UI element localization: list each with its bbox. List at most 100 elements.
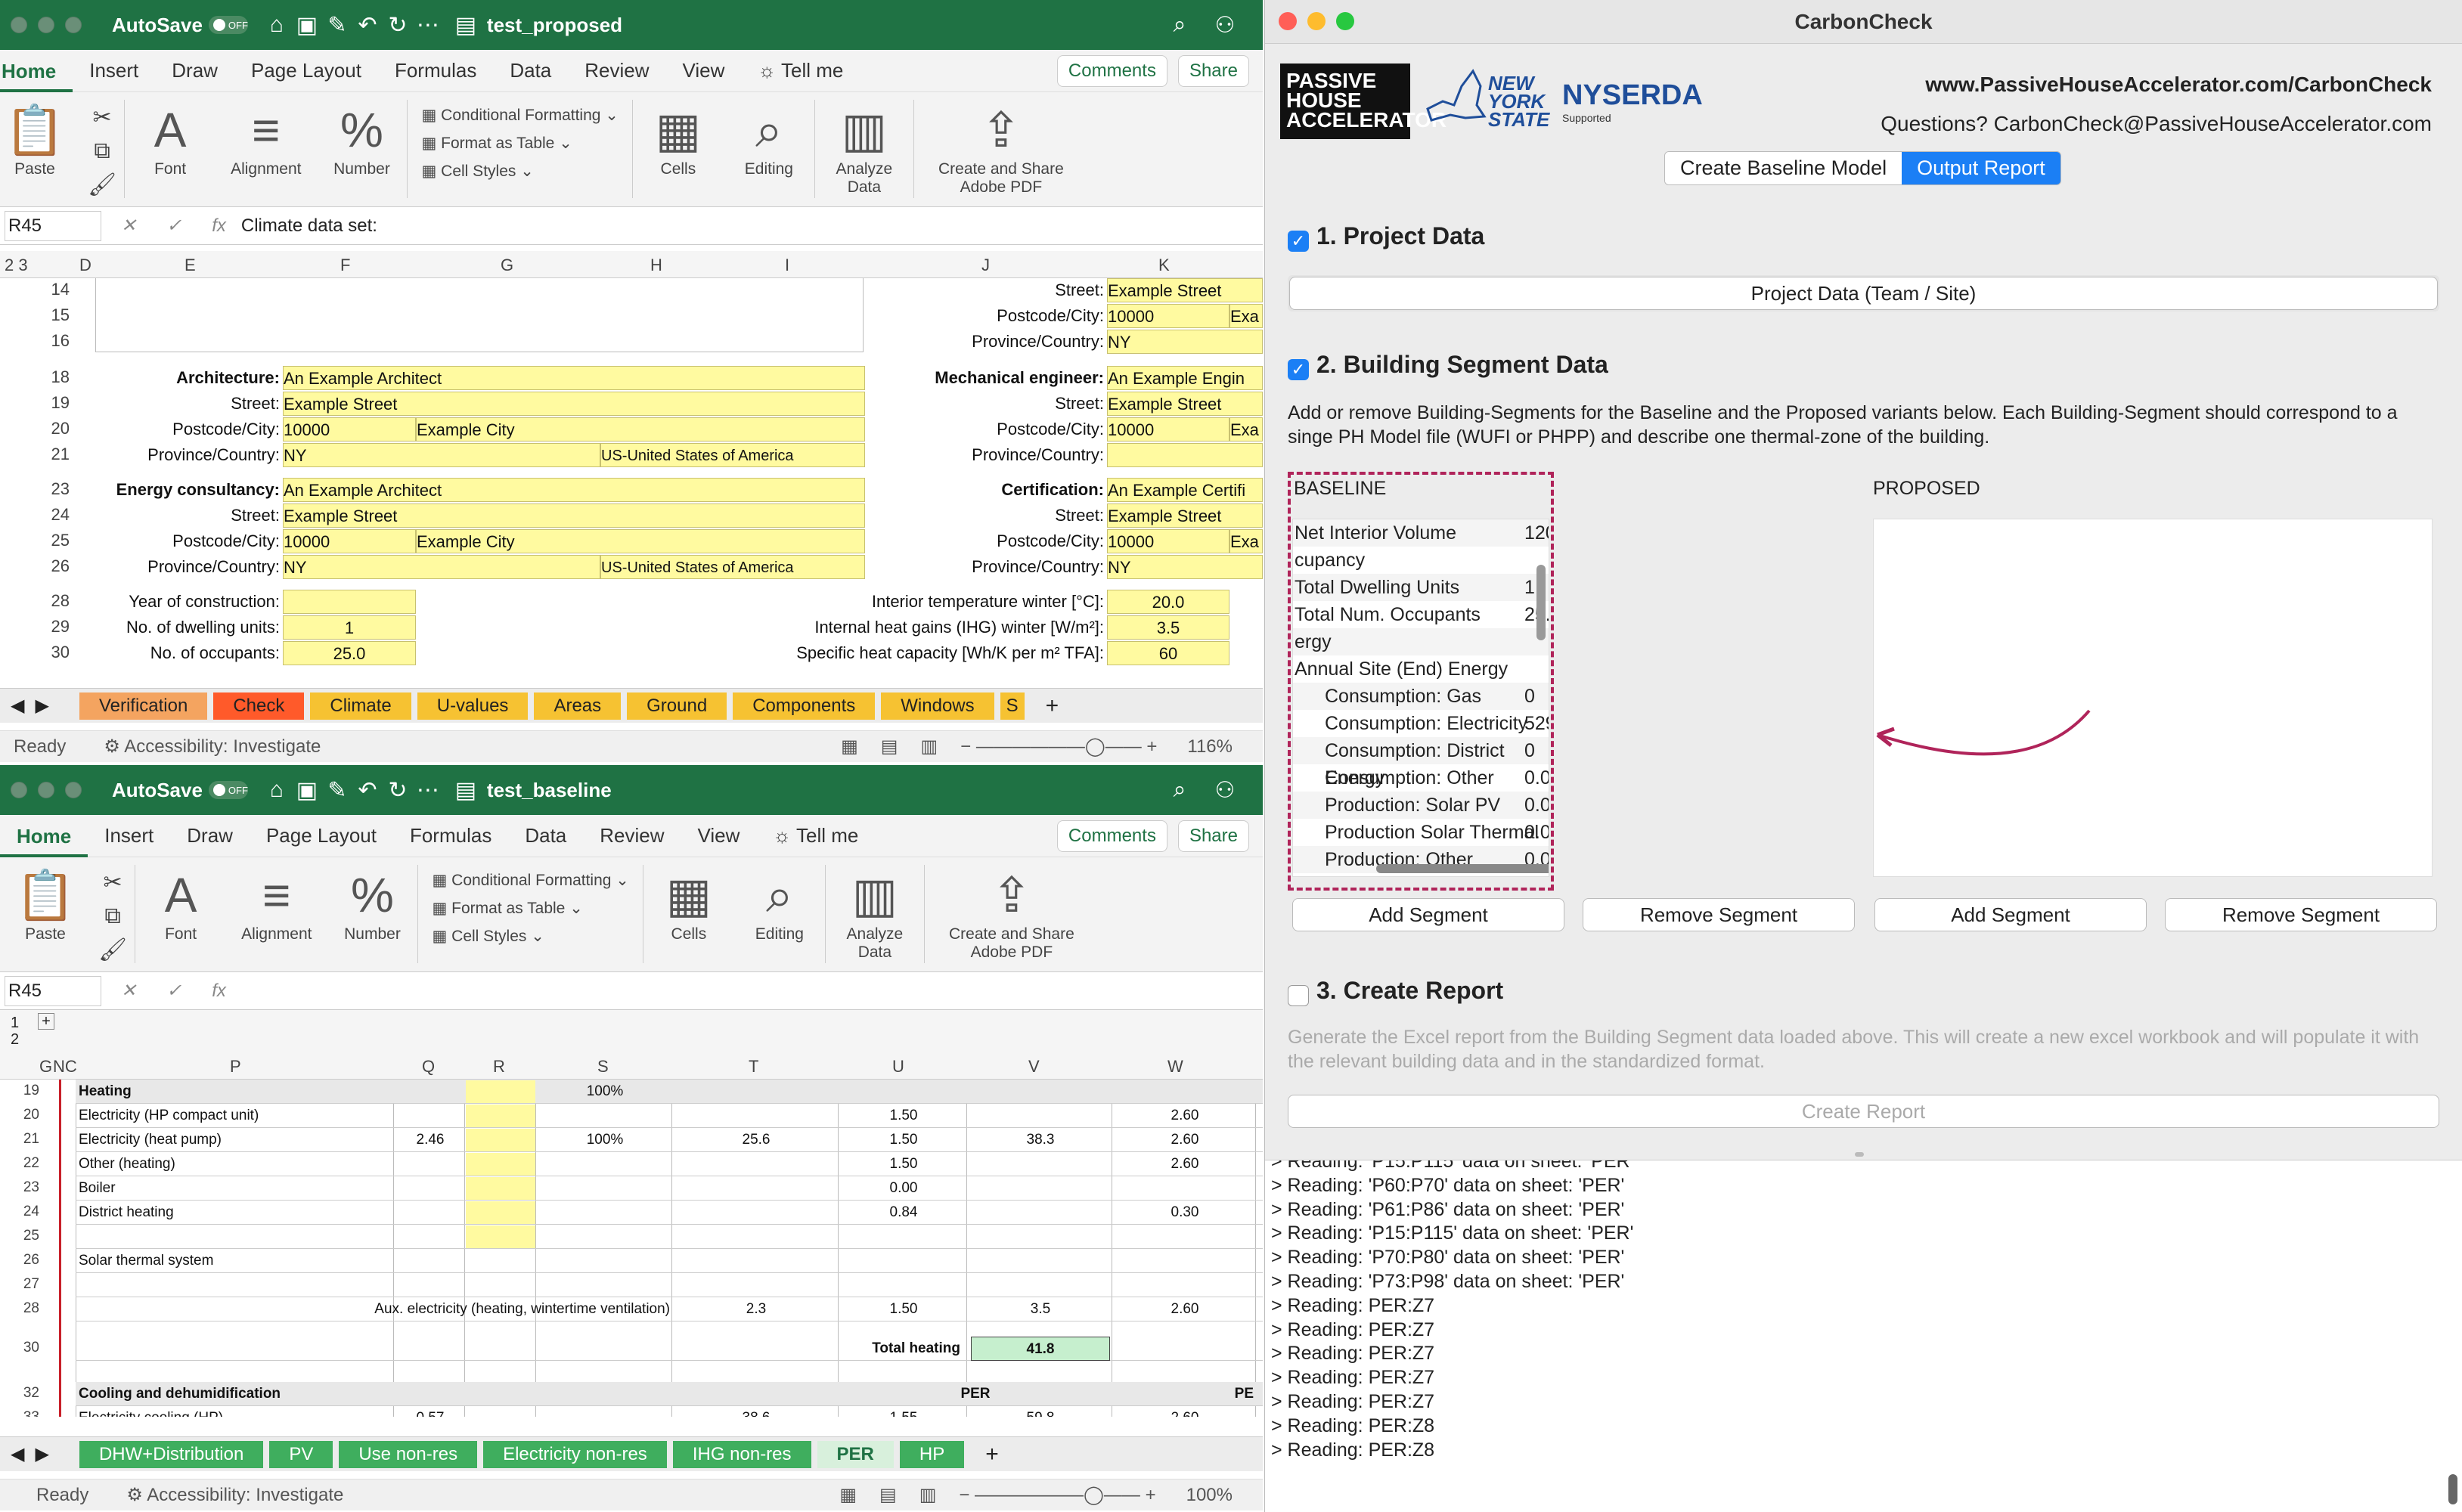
tell-me[interactable]: ☼ Tell me [756, 824, 875, 847]
accessibility-status[interactable]: ⚙ Accessibility: Investigate [126, 1484, 343, 1506]
table-cell[interactable]: 1.50 [842, 1104, 965, 1128]
list-item[interactable]: Production: Solar PV 0.0 [1293, 792, 1549, 819]
add-sheet-icon[interactable]: + [1046, 693, 1059, 719]
row-number[interactable]: 30 [0, 1340, 45, 1356]
autosave-toggle[interactable]: OFF [208, 16, 248, 34]
row-number[interactable]: 29 [0, 617, 76, 637]
column-header[interactable]: T [749, 1057, 758, 1077]
table-cell[interactable]: 41.8 [971, 1337, 1110, 1361]
list-item[interactable]: Consumption: Gas 0 [1293, 683, 1549, 710]
input-cell[interactable] [466, 1225, 535, 1248]
cell[interactable]: 10000 [283, 417, 416, 442]
cell[interactable]: An Example Certifi [1107, 478, 1263, 502]
baseline-remove-segment-button[interactable]: Remove Segment [1583, 898, 1855, 931]
tab-draw[interactable]: Draw [170, 824, 250, 847]
zoom-window-button[interactable] [65, 17, 82, 33]
cell[interactable]: 25.0 [283, 641, 416, 665]
format-as-table-button[interactable]: ▦ Format as Table ⌄ [421, 134, 618, 153]
table-cell[interactable]: 2.46 [398, 1128, 463, 1152]
row-number[interactable]: 19 [0, 393, 76, 413]
column-header[interactable]: F [340, 256, 350, 275]
row-number[interactable]: 21 [0, 445, 76, 464]
row-number[interactable]: 23 [0, 1179, 45, 1196]
zoom-window-button[interactable] [1336, 12, 1354, 30]
cancel-icon[interactable]: ✕ [121, 980, 136, 1002]
row-number[interactable]: 25 [0, 1228, 45, 1244]
row-number[interactable]: 16 [0, 331, 76, 351]
project-data-button[interactable]: Project Data (Team / Site) [1289, 277, 2438, 310]
table-cell[interactable]: 59.8 [971, 1406, 1110, 1417]
table-cell[interactable]: 1.50 [842, 1297, 965, 1321]
more-icon[interactable]: ⋯ [413, 777, 443, 804]
column-header[interactable]: J [981, 256, 990, 275]
list-item[interactable]: Net Interior Volume 1200.0 [1293, 519, 1549, 547]
editing-button[interactable]: ⌕ Editing [749, 865, 810, 943]
horizontal-scrollbar[interactable] [1376, 864, 1549, 873]
table-cell[interactable]: 3.5 [971, 1297, 1110, 1321]
outline-levels[interactable]: 2 3 [5, 256, 28, 275]
tab-review[interactable]: Review [583, 824, 681, 847]
row-number[interactable]: 24 [0, 1204, 45, 1220]
prev-sheet-icon[interactable]: ◀ [11, 695, 24, 717]
cell[interactable]: Exa [1229, 304, 1263, 328]
confirm-icon[interactable]: ✓ [166, 215, 181, 237]
spreadsheet-grid[interactable]: 14 15 16 18 19 20 21 23 24 25 26 28 29 3… [0, 278, 1263, 676]
conditional-formatting-button[interactable]: ▦ Conditional Formatting ⌄ [421, 106, 618, 125]
tab-formulas[interactable]: Formulas [393, 824, 508, 847]
tab-data[interactable]: Data [493, 59, 568, 82]
row-number[interactable]: 18 [0, 367, 76, 387]
confirm-icon[interactable]: ✓ [166, 980, 181, 1002]
cell[interactable]: NY [283, 555, 600, 579]
table-cell[interactable]: 0.00 [842, 1176, 965, 1201]
format-painter-icon[interactable]: 🖌 [88, 172, 116, 198]
table-cell[interactable]: 0.84 [842, 1201, 965, 1225]
cell[interactable]: Exa [1229, 529, 1263, 553]
baseline-segment-list[interactable]: Production: Other 0.0 Production Solar The… [1292, 519, 1549, 877]
table-cell[interactable]: 1.50 [842, 1152, 965, 1176]
table-cell[interactable]: 38.3 [971, 1128, 1110, 1152]
search-icon[interactable]: ⌕ [1164, 12, 1195, 38]
formula-input[interactable]: Climate data set: [241, 215, 377, 237]
tab-output-report[interactable]: Output Report [1902, 152, 2060, 184]
table-cell[interactable]: 0.30 [1116, 1201, 1254, 1225]
autosave-toggle[interactable]: OFF [208, 781, 248, 799]
list-item[interactable]: Total Num. Occupants25.0 [1293, 601, 1549, 628]
tab-review[interactable]: Review [568, 59, 665, 82]
sheet-tab-use-non-res[interactable]: Use non-res [339, 1440, 478, 1468]
accessibility-status[interactable]: ⚙ Accessibility: Investigate [104, 736, 321, 758]
row-number[interactable]: 28 [0, 591, 76, 611]
list-item[interactable]: Annual Site (End) Energy [1293, 655, 1549, 683]
table-cell[interactable]: 1.50 [842, 1128, 965, 1152]
cell[interactable]: 1 [283, 615, 416, 640]
table-cell[interactable]: 100% [540, 1128, 670, 1152]
cell[interactable]: An Example Architect [283, 366, 865, 390]
sheet-tab-electricity-non-res[interactable]: Electricity non-res [483, 1440, 667, 1468]
share-people-icon[interactable]: ⚇ [1210, 12, 1240, 39]
cell[interactable]: Example Street [283, 503, 865, 528]
tab-view[interactable]: View [666, 59, 742, 82]
table-cell[interactable]: PE [1116, 1382, 1254, 1406]
table-cell[interactable]: 2.60 [1116, 1406, 1254, 1417]
column-header[interactable]: H [650, 256, 662, 275]
comments-button[interactable]: Comments [1056, 820, 1167, 852]
alignment-button[interactable]: ≡ Alignment [241, 865, 312, 943]
expand-outline-icon[interactable]: + [38, 1013, 54, 1030]
analyze-data-button[interactable]: ▥ Analyze Data [841, 865, 909, 962]
sheet-tab-check[interactable]: Check [213, 692, 305, 720]
cell[interactable]: NY [1107, 555, 1263, 579]
column-header[interactable]: G [39, 1057, 52, 1077]
tab-data[interactable]: Data [508, 824, 583, 847]
tab-view[interactable]: View [681, 824, 757, 847]
row-number[interactable]: 22 [0, 1155, 45, 1172]
zoom-window-button[interactable] [65, 782, 82, 798]
home-icon[interactable]: ⌂ [262, 777, 292, 803]
row-number[interactable]: 20 [0, 1107, 45, 1123]
row-number[interactable]: 33 [0, 1409, 45, 1417]
number-button[interactable]: % Number [331, 100, 392, 178]
close-window-button[interactable] [11, 782, 27, 798]
font-button[interactable]: A Font [140, 100, 200, 178]
edit-icon[interactable]: ✎ [322, 777, 352, 804]
conditional-formatting-button[interactable]: ▦ Conditional Formatting ⌄ [432, 871, 628, 890]
project-data-checkbox[interactable]: ✓ [1288, 230, 1309, 252]
table-cell[interactable]: 0.57 [398, 1406, 463, 1417]
